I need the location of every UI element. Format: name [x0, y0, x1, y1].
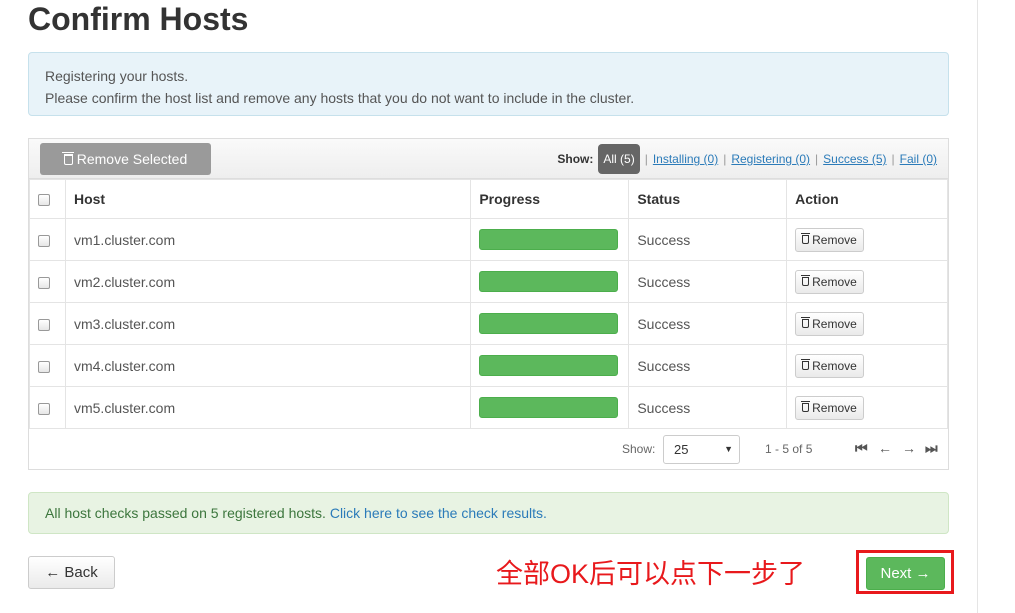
annotation-text: 全部OK后可以点下一步了 — [496, 559, 806, 589]
status-text[interactable]: Success — [628, 260, 788, 303]
column-header-action: Action — [786, 179, 948, 219]
status-filters: Show: All (5) | Installing (0) | Registe… — [557, 143, 937, 175]
check-results-link[interactable]: Click here to see the check results. — [330, 505, 547, 521]
filter-installing[interactable]: Installing (0) — [653, 152, 718, 166]
column-header-host[interactable]: Host — [64, 179, 472, 219]
remove-host-button[interactable]: Remove — [795, 353, 864, 378]
host-name: vm3.cluster.com — [64, 302, 472, 345]
status-text[interactable]: Success — [628, 344, 788, 387]
trash-icon — [61, 151, 74, 165]
host-name: vm4.cluster.com — [64, 344, 472, 387]
trash-icon — [801, 401, 811, 412]
host-name: vm5.cluster.com — [64, 386, 472, 429]
remove-selected-button[interactable]: Remove Selected — [40, 143, 211, 175]
filter-fail[interactable]: Fail (0) — [900, 152, 937, 166]
progress-bar — [479, 271, 619, 292]
filter-separator: | — [644, 152, 648, 166]
status-text[interactable]: Success — [628, 218, 788, 261]
pagination-bar: Show: 25 ▼ 1 - 5 of 5 ⏮ ← → ⏭ — [29, 431, 948, 469]
previous-page-icon[interactable]: ← — [878, 440, 892, 456]
column-header-progress: Progress — [470, 179, 630, 219]
page-size-select[interactable]: 25 ▼ — [663, 435, 740, 464]
status-text[interactable]: Success — [628, 386, 788, 429]
info-alert-line-2: Please confirm the host list and remove … — [45, 90, 635, 106]
table-row: vm3.cluster.com Success Remove — [29, 302, 948, 345]
select-all-checkbox[interactable] — [38, 194, 50, 207]
row-checkbox[interactable] — [38, 318, 50, 331]
filter-show-label: Show: — [557, 152, 594, 166]
host-checks-text: All host checks passed on 5 registered h… — [45, 505, 326, 521]
hosts-panel: Remove Selected Show: All (5) | Installi… — [28, 138, 949, 470]
filter-all[interactable]: All (5) — [598, 144, 640, 174]
row-checkbox[interactable] — [38, 402, 50, 415]
filter-success[interactable]: Success (5) — [823, 152, 886, 166]
info-alert: Registering your hosts. Please confirm t… — [28, 52, 949, 116]
host-name: vm2.cluster.com — [64, 260, 472, 303]
page-size-value: 25 — [674, 442, 689, 457]
next-button[interactable]: Next → — [866, 557, 945, 590]
trash-icon — [801, 359, 811, 370]
progress-bar — [479, 313, 619, 334]
page-title: Confirm Hosts — [28, 1, 249, 37]
trash-icon — [801, 233, 811, 244]
first-page-icon[interactable]: ⏮ — [855, 440, 868, 457]
column-header-status: Status — [628, 179, 788, 219]
filter-separator: | — [815, 152, 819, 166]
filter-registering[interactable]: Registering (0) — [731, 152, 810, 166]
back-button[interactable]: ← Back — [28, 556, 115, 589]
progress-bar — [479, 229, 619, 250]
info-alert-line-1: Registering your hosts. — [45, 68, 189, 84]
page-range: 1 - 5 of 5 — [765, 442, 813, 456]
right-divider — [977, 0, 978, 613]
row-checkbox[interactable] — [38, 360, 50, 373]
row-checkbox[interactable] — [38, 276, 50, 289]
select-all-cell — [29, 179, 66, 219]
table-row: vm4.cluster.com Success Remove — [29, 344, 948, 387]
trash-icon — [801, 275, 811, 286]
progress-bar — [479, 355, 619, 376]
host-name: vm1.cluster.com — [64, 218, 472, 261]
remove-host-button[interactable]: Remove — [795, 395, 864, 420]
remove-label: Remove — [812, 400, 857, 415]
remove-host-button[interactable]: Remove — [795, 269, 864, 294]
caret-down-icon: ▼ — [724, 444, 733, 454]
hosts-toolbar: Remove Selected Show: All (5) | Installi… — [29, 139, 948, 179]
table-row: vm1.cluster.com Success Remove — [29, 218, 948, 261]
table-row: vm5.cluster.com Success Remove — [29, 386, 948, 429]
next-page-icon[interactable]: → — [902, 440, 916, 456]
remove-label: Remove — [812, 316, 857, 331]
progress-bar — [479, 397, 619, 418]
remove-label: Remove — [812, 274, 857, 289]
remove-label: Remove — [812, 358, 857, 373]
remove-host-button[interactable]: Remove — [795, 311, 864, 336]
row-checkbox[interactable] — [38, 234, 50, 247]
table-row: vm2.cluster.com Success Remove — [29, 260, 948, 303]
remove-selected-label: Remove Selected — [76, 151, 188, 167]
last-page-icon[interactable]: ⏭ — [925, 440, 938, 457]
page-size-label: Show: — [622, 442, 656, 456]
filter-separator: | — [891, 152, 895, 166]
filter-separator: | — [723, 152, 727, 166]
remove-host-button[interactable]: Remove — [795, 227, 864, 252]
remove-label: Remove — [812, 232, 857, 247]
hosts-table: Host Progress Status Action vm1.cluster.… — [29, 179, 948, 429]
host-checks-alert: All host checks passed on 5 registered h… — [28, 492, 949, 534]
trash-icon — [801, 317, 811, 328]
table-header-row: Host Progress Status Action — [29, 179, 948, 219]
status-text[interactable]: Success — [628, 302, 788, 345]
